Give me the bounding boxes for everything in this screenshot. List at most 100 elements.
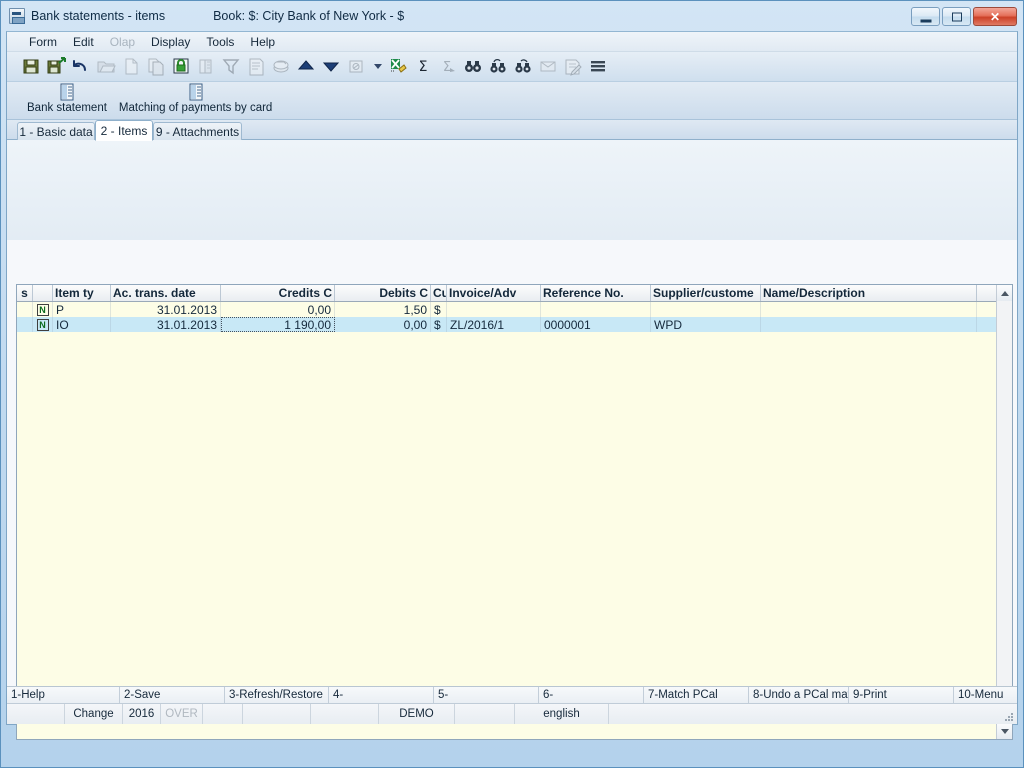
col-header-ac-trans-date[interactable]: Ac. trans. date <box>111 285 221 301</box>
fkey-10-menu[interactable]: 10-Menu <box>954 687 1024 703</box>
find-icon[interactable] <box>463 56 485 78</box>
col-header-item-type[interactable]: Item ty <box>53 285 111 301</box>
tab-attachments[interactable]: 9 - Attachments <box>153 122 242 141</box>
cell-supplier: WPD <box>651 317 761 332</box>
table-row[interactable]: N P 31.01.2013 0,00 1,50 $ <box>17 302 996 317</box>
close-icon: ✕ <box>989 9 1001 24</box>
save-and-close-icon[interactable] <box>46 56 68 78</box>
tab-basic-data[interactable]: 1 - Basic data <box>17 122 95 141</box>
cell-debits: 1,50 <box>335 302 431 317</box>
menu-item-tools[interactable]: Tools <box>198 33 242 51</box>
fkey-6[interactable]: 6- <box>539 687 644 703</box>
function-key-bar: 1-Help 2-Save 3-Refresh/Restore 4- 5- 6-… <box>7 686 1017 703</box>
list-icon <box>246 56 268 78</box>
sum-sigma-icon[interactable]: Σ <box>413 56 435 78</box>
find-next-icon[interactable] <box>513 56 535 78</box>
window-resize-grip[interactable] <box>1003 711 1014 722</box>
table-row[interactable]: N IO 31.01.2013 1 190,00 0,00 $ ZL/2016/… <box>17 317 996 332</box>
app-document-icon <box>9 8 25 24</box>
items-grid: s Item ty Ac. trans. date Credits C Debi… <box>16 284 1013 740</box>
document-list-icon <box>187 83 205 101</box>
matching-of-payments-by-card-button[interactable]: Matching of payments by card <box>113 82 278 114</box>
menu-bar: Form Edit Olap Display Tools Help <box>7 32 1017 52</box>
col-header-debits[interactable]: Debits C <box>335 285 431 301</box>
arrow-up-icon[interactable] <box>296 56 318 78</box>
status-panel-0 <box>7 704 65 724</box>
bank-statement-button[interactable]: Bank statement <box>21 82 113 114</box>
status-panel-database: DEMO <box>379 704 455 724</box>
ribbon-bar: Bank statement Matching of payments by c… <box>7 82 1017 120</box>
fkey-7-match-pcal[interactable]: 7-Match PCal <box>644 687 749 703</box>
bank-statement-label: Bank statement <box>27 102 107 114</box>
cell-s <box>17 302 33 317</box>
tab-strip: 1 - Basic data 2 - Items 9 - Attachments <box>7 120 1017 141</box>
cell-invoice <box>447 302 541 317</box>
scroll-down-button[interactable] <box>997 723 1012 739</box>
status-panel-5 <box>243 704 311 724</box>
cell-ac-trans-date: 31.01.2013 <box>111 302 221 317</box>
col-header-currency[interactable]: Cu <box>431 285 447 301</box>
menu-hamburger-icon[interactable] <box>588 56 610 78</box>
status-panel-6 <box>311 704 379 724</box>
find-previous-icon[interactable] <box>488 56 510 78</box>
status-panel-over: OVER <box>161 704 203 724</box>
status-panel-year: 2016 <box>123 704 161 724</box>
cell-credits: 0,00 <box>221 302 335 317</box>
status-panel-4 <box>203 704 243 724</box>
cell-credits[interactable]: 1 190,00 <box>221 317 335 332</box>
fkey-9-print[interactable]: 9-Print <box>849 687 954 703</box>
form-panel: Document No.: Date of issue: Issued by: … <box>7 140 1017 384</box>
triangle-up-icon <box>1000 290 1009 296</box>
close-button[interactable]: ✕ <box>973 7 1017 26</box>
lock-icon[interactable] <box>171 56 193 78</box>
col-header-credits[interactable]: Credits C <box>221 285 335 301</box>
document-list-icon <box>58 83 76 101</box>
cell-item-type: IO <box>53 317 111 332</box>
fkey-5[interactable]: 5- <box>434 687 539 703</box>
status-panel-language: english <box>515 704 609 724</box>
tab-items[interactable]: 2 - Items <box>95 120 153 141</box>
cell-reference-no: 0000001 <box>541 317 651 332</box>
dropdown-caret-icon[interactable] <box>371 56 385 78</box>
menu-item-form[interactable]: Form <box>21 33 65 51</box>
export-excel-icon[interactable] <box>388 56 410 78</box>
title-bar: Bank statements - items Book: $: City Ba… <box>1 1 1023 31</box>
fkey-3-refresh[interactable]: 3-Refresh/Restore <box>225 687 329 703</box>
grid-body: s Item ty Ac. trans. date Credits C Debi… <box>17 285 996 739</box>
col-header-name-description[interactable]: Name/Description <box>761 285 977 301</box>
cell-flag: N <box>33 317 53 332</box>
cell-invoice: ZL/2016/1 <box>447 317 541 332</box>
attachment-icon <box>346 56 368 78</box>
matching-payments-label: Matching of payments by card <box>118 102 273 114</box>
scroll-up-button[interactable] <box>997 285 1012 301</box>
arrow-down-icon[interactable] <box>321 56 343 78</box>
new-record-badge: N <box>36 318 49 331</box>
fkey-1-help[interactable]: 1-Help <box>7 687 120 703</box>
book-title: Book: $: City Bank of New York - $ <box>213 9 405 23</box>
minimize-button[interactable] <box>911 7 940 26</box>
grid-vertical-scrollbar[interactable] <box>996 285 1012 739</box>
fkey-8-undo-pcal[interactable]: 8-Undo a PCal match <box>749 687 849 703</box>
save-icon[interactable] <box>21 56 43 78</box>
fkey-4[interactable]: 4- <box>329 687 434 703</box>
maximize-button[interactable] <box>942 7 971 26</box>
grid-header-row: s Item ty Ac. trans. date Credits C Debi… <box>17 285 996 302</box>
col-header-s[interactable]: s <box>17 285 33 301</box>
fkey-2-save[interactable]: 2-Save <box>120 687 225 703</box>
icon-toolbar: Σ Σ <box>7 52 1017 82</box>
menu-item-help[interactable]: Help <box>242 33 283 51</box>
col-header-reference-no[interactable]: Reference No. <box>541 285 651 301</box>
undo-icon[interactable] <box>71 56 93 78</box>
client-area: Form Edit Olap Display Tools Help Σ Σ Ba… <box>6 31 1018 740</box>
print-stack-icon <box>271 56 293 78</box>
cell-reference-no <box>541 302 651 317</box>
col-header-supplier[interactable]: Supplier/custome <box>651 285 761 301</box>
menu-item-edit[interactable]: Edit <box>65 33 102 51</box>
cell-s <box>17 317 33 332</box>
book-icon <box>196 56 218 78</box>
menu-item-display[interactable]: Display <box>143 33 198 51</box>
col-header-invoice[interactable]: Invoice/Adv <box>447 285 541 301</box>
open-folder-icon <box>96 56 118 78</box>
cell-name-description <box>761 302 977 317</box>
col-header-flag[interactable] <box>33 285 53 301</box>
